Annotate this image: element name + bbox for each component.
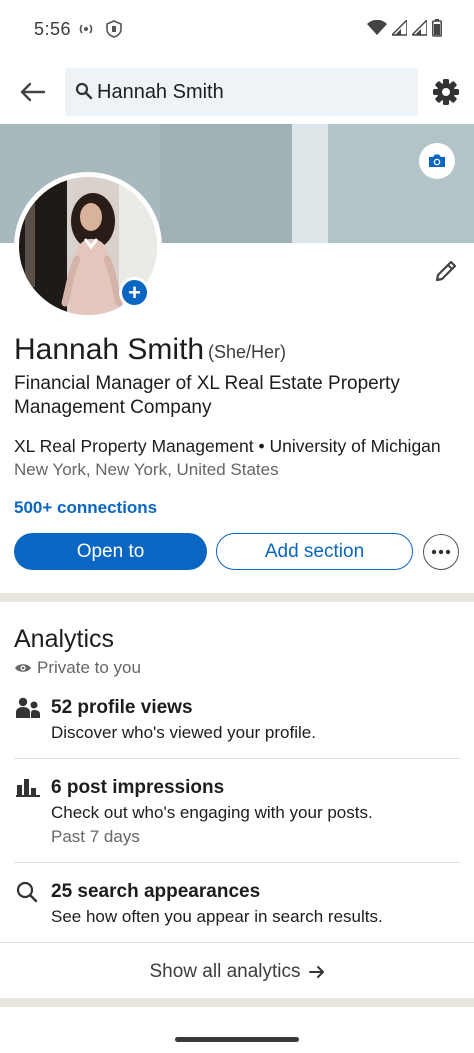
section-divider: [0, 593, 474, 602]
open-to-button[interactable]: Open to: [14, 533, 207, 570]
more-button[interactable]: [423, 534, 459, 570]
search-header: Hannah Smith: [0, 62, 474, 124]
stat-title: 25 search appearances: [51, 881, 261, 902]
analytics-item-post-impressions[interactable]: 6 post impressions Check out who's engag…: [0, 775, 474, 855]
connections-link[interactable]: 500+ connections: [14, 498, 157, 518]
stat-title: 52 profile views: [51, 697, 193, 718]
battery-icon: [432, 19, 442, 42]
plus-icon: +: [128, 279, 141, 305]
signal-icon: [410, 18, 428, 41]
hotspot-icon: [78, 22, 94, 41]
status-time: 5:56: [34, 19, 72, 39]
back-arrow-icon: [20, 82, 46, 102]
bar-chart-icon: [16, 777, 40, 802]
home-indicator[interactable]: [175, 1037, 299, 1042]
signal-icon: [390, 18, 408, 41]
status-right-icons: [367, 18, 442, 42]
profile-headline: Financial Manager of XL Real Estate Prop…: [14, 373, 400, 418]
add-photo-button[interactable]: +: [119, 277, 150, 308]
search-icon: [16, 881, 38, 908]
profile-pronouns: (She/Her): [208, 342, 287, 362]
more-dots-icon: [431, 549, 451, 555]
privacy-note: Private to you: [14, 658, 141, 678]
edit-profile-button[interactable]: [432, 257, 460, 285]
search-input[interactable]: Hannah Smith: [65, 68, 418, 116]
status-left-icons: [78, 20, 122, 43]
gear-icon: [433, 79, 459, 105]
edit-banner-button[interactable]: [419, 143, 455, 179]
show-all-label: Show all analytics: [149, 961, 301, 982]
eye-icon: [15, 664, 31, 672]
search-value: Hannah Smith: [97, 81, 224, 103]
people-icon: [16, 697, 40, 724]
status-bar: 5:56: [0, 0, 474, 62]
profile-location: New York, New York, United States: [14, 460, 279, 479]
analytics-item-search-appearances[interactable]: 25 search appearances See how often you …: [0, 879, 474, 931]
profile-company-education: XL Real Property Management • University…: [14, 436, 441, 456]
shield-icon: [106, 20, 122, 43]
privacy-label: Private to you: [37, 658, 141, 677]
analytics-item-profile-views[interactable]: 52 profile views Discover who's viewed y…: [0, 695, 474, 755]
show-all-analytics-button[interactable]: Show all analytics: [0, 953, 474, 991]
stat-description: Discover who's viewed your profile.: [51, 723, 316, 742]
section-footer-divider: [0, 942, 474, 943]
pencil-icon: [435, 260, 457, 282]
add-section-button[interactable]: Add section: [216, 533, 413, 570]
analytics-title: Analytics: [14, 625, 115, 653]
search-icon: [75, 82, 93, 105]
item-divider: [14, 862, 460, 863]
arrow-right-icon: [308, 966, 324, 978]
camera-icon: [429, 154, 445, 167]
wifi-icon: [367, 19, 387, 41]
settings-button[interactable]: [432, 78, 460, 106]
profile-name: Hannah Smith: [14, 333, 205, 366]
stat-description: Check out who's engaging with your posts…: [51, 803, 373, 822]
stat-description: See how often you appear in search resul…: [51, 907, 383, 926]
stat-title: 6 post impressions: [51, 777, 225, 798]
back-button[interactable]: [16, 76, 48, 108]
item-divider: [14, 758, 460, 759]
section-divider: [0, 998, 474, 1007]
stat-subtext: Past 7 days: [51, 827, 140, 846]
